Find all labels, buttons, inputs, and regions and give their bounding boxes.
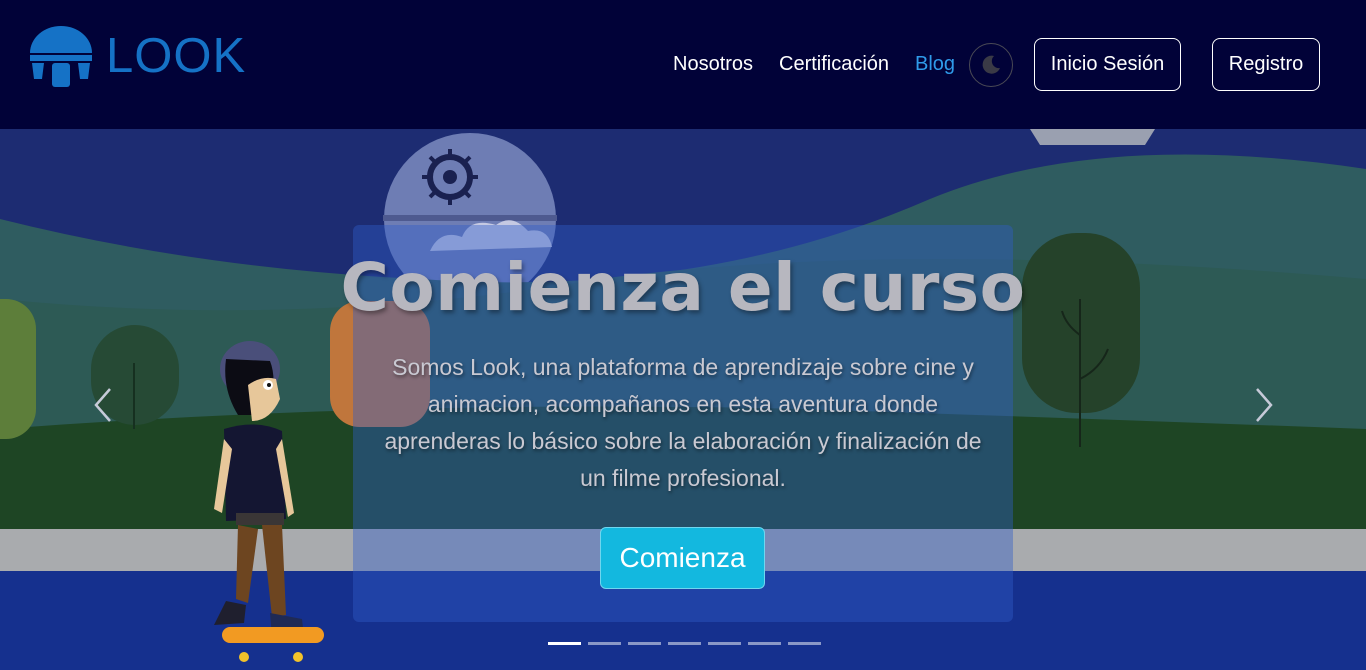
chevron-left-icon [94,388,111,422]
carousel-indicator-4[interactable] [668,642,701,645]
brand-name: LOOK [106,29,247,83]
moon-icon [982,55,1000,74]
carousel-indicators [548,642,821,645]
nav-link-certificacion[interactable]: Certificación [779,52,889,76]
login-button[interactable]: Inicio Sesión [1034,38,1181,91]
carousel-indicator-6[interactable] [748,642,781,645]
theme-toggle-button[interactable] [969,43,1013,87]
nav-link-blog[interactable]: Blog [915,52,955,76]
nav-link-nosotros[interactable]: Nosotros [673,52,753,76]
carousel-prev-button[interactable] [88,385,118,425]
carousel-next-button[interactable] [1249,385,1279,425]
start-course-button[interactable]: Comienza [600,527,765,589]
hero-description: Somos Look, una plataforma de aprendizaj… [384,354,982,491]
navbar: LOOK Nosotros Certificación Blog Inicio … [0,0,1366,129]
carousel-indicator-2[interactable] [588,642,621,645]
brand-logo[interactable]: LOOK [28,24,246,88]
carousel-indicator-5[interactable] [708,642,741,645]
register-button[interactable]: Registro [1212,38,1320,91]
logo-icon [30,26,92,87]
carousel-indicator-3[interactable] [628,642,661,645]
carousel-indicator-1[interactable] [548,642,581,645]
hero-title: Comienza el curso [340,249,1026,326]
hero-carousel: Comienza el curso Somos Look, una plataf… [0,129,1366,670]
carousel-indicator-7[interactable] [788,642,821,645]
chevron-right-icon [1256,388,1273,422]
